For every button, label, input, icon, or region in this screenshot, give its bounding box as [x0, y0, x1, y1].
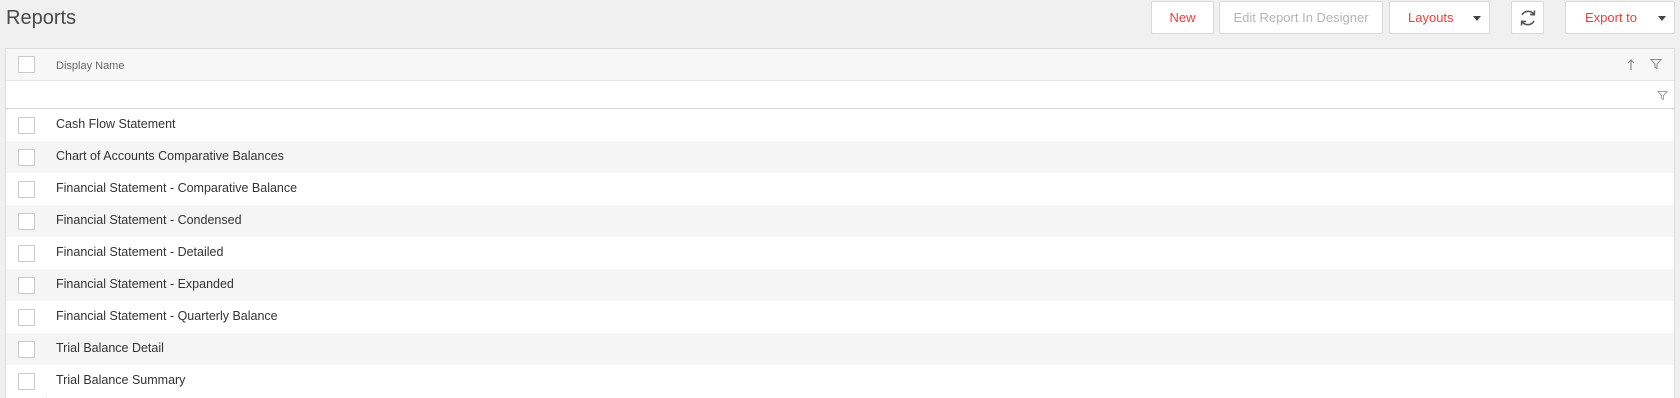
display-name-cell[interactable]: Trial Balance Summary — [56, 373, 185, 387]
export-to-label: Export to — [1585, 10, 1638, 25]
display-name-column-header[interactable]: Display Name — [56, 60, 124, 72]
export-to-dropdown-button[interactable]: Export to — [1565, 1, 1675, 34]
select-all-checkbox[interactable] — [18, 56, 35, 73]
table-row[interactable]: Financial Statement - Comparative Balanc… — [6, 173, 1674, 205]
row-checkbox[interactable] — [18, 309, 35, 326]
filter-icon[interactable] — [1650, 58, 1662, 70]
top-bar: Reports New Edit Report In Designer Layo… — [0, 0, 1680, 48]
chevron-down-icon — [1658, 16, 1666, 21]
table-row[interactable]: Financial Statement - Condensed — [6, 205, 1674, 237]
display-name-cell[interactable]: Financial Statement - Comparative Balanc… — [56, 181, 297, 195]
page-title: Reports — [6, 7, 77, 29]
row-checkbox[interactable] — [18, 117, 35, 134]
table-row[interactable]: Financial Statement - Quarterly Balance — [6, 301, 1674, 333]
grid-header-row: Display Name — [6, 49, 1674, 81]
table-row[interactable]: Financial Statement - Expanded — [6, 269, 1674, 301]
table-row[interactable]: Financial Statement - Detailed — [6, 237, 1674, 269]
display-name-cell[interactable]: Financial Statement - Quarterly Balance — [56, 309, 278, 323]
table-row[interactable]: Chart of Accounts Comparative Balances — [6, 141, 1674, 173]
filter-row[interactable] — [6, 81, 1674, 109]
display-name-cell[interactable]: Financial Statement - Expanded — [56, 277, 234, 291]
filter-icon[interactable] — [1657, 90, 1668, 101]
row-checkbox[interactable] — [18, 181, 35, 198]
table-row[interactable]: Cash Flow Statement — [6, 109, 1674, 141]
row-checkbox[interactable] — [18, 245, 35, 262]
layouts-dropdown-button[interactable]: Layouts — [1389, 1, 1490, 34]
display-name-cell[interactable]: Financial Statement - Detailed — [56, 245, 223, 259]
row-checkbox[interactable] — [18, 277, 35, 294]
row-checkbox[interactable] — [18, 213, 35, 230]
table-row[interactable]: Trial Balance Detail — [6, 333, 1674, 365]
display-name-cell[interactable]: Chart of Accounts Comparative Balances — [56, 149, 284, 163]
chevron-down-icon — [1473, 16, 1481, 21]
display-name-cell[interactable]: Trial Balance Detail — [56, 341, 164, 355]
display-name-cell[interactable]: Financial Statement - Condensed — [56, 213, 242, 227]
reports-grid: Display Name Cash Flow Statement Chart o… — [5, 48, 1675, 398]
new-button[interactable]: New — [1151, 1, 1214, 34]
row-checkbox[interactable] — [18, 341, 35, 358]
refresh-button[interactable] — [1511, 1, 1544, 34]
table-row[interactable]: Trial Balance Summary — [6, 365, 1674, 397]
row-checkbox[interactable] — [18, 373, 35, 390]
row-checkbox[interactable] — [18, 149, 35, 166]
edit-report-in-designer-button[interactable]: Edit Report In Designer — [1219, 1, 1383, 34]
refresh-icon — [1520, 9, 1535, 26]
sort-ascending-icon[interactable] — [1626, 58, 1636, 71]
layouts-label: Layouts — [1408, 10, 1454, 25]
display-name-cell[interactable]: Cash Flow Statement — [56, 117, 176, 131]
